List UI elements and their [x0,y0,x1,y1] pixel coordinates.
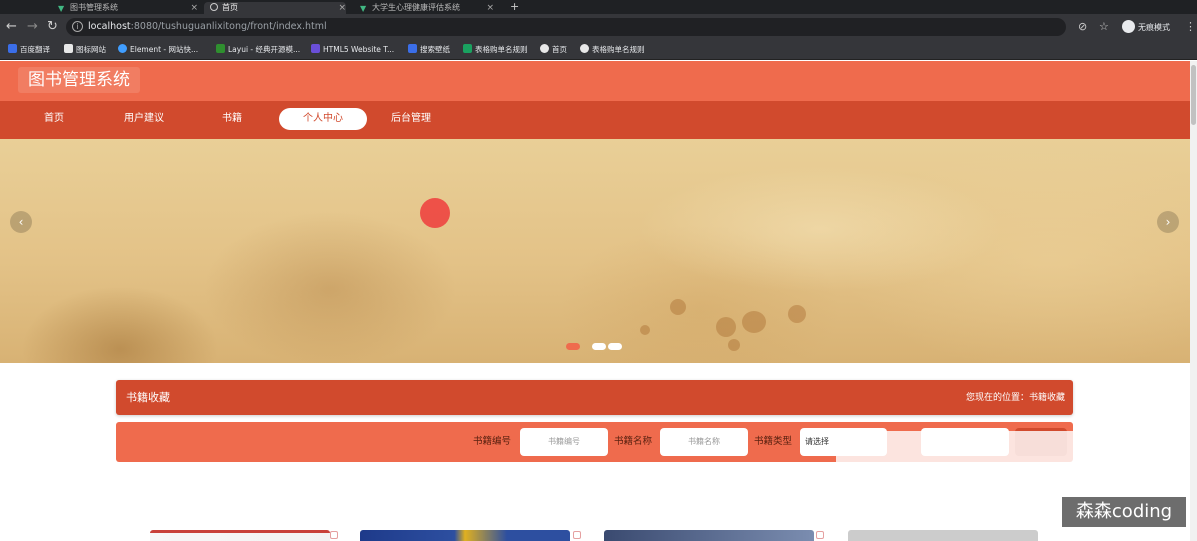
banner-carousel[interactable]: ‹ › [0,139,1190,363]
favorite-icon[interactable] [816,531,824,539]
translate-icon [8,44,17,53]
site-logo[interactable]: 图书管理系统 [18,67,140,93]
back-icon[interactable]: ← [6,19,17,35]
banner-texture [728,339,740,351]
menu-dots-icon[interactable]: ⋮ [1185,20,1196,34]
favorite-icon[interactable] [573,531,581,539]
layui-icon [216,44,225,53]
site-header: 图书管理系统 [0,61,1190,101]
main-nav: 首页 用户建议 书籍 个人中心 后台管理 [0,101,1190,139]
breadcrumb: 书籍收藏 您现在的位置：书籍收藏 [116,380,1073,415]
bookmark-item[interactable]: HTML5 Website T... [311,44,394,56]
new-tab-icon[interactable]: + [510,0,519,14]
reload-icon[interactable]: ↻ [47,19,58,35]
page-viewport: 图书管理系统 首页 用户建议 书籍 个人中心 后台管理 ‹ › 书籍收藏 您现在… [0,61,1190,541]
blur-overlay [836,431,1190,469]
carousel-prev-icon[interactable]: ‹ [10,211,32,233]
forward-icon[interactable]: → [27,19,38,35]
tab-title: 首页 [222,3,238,12]
flag-icon [64,44,73,53]
bookmarks-bar: 百度翻译 图标网站 Element - 网站快... Layui - 经典开源模… [0,40,1197,60]
bookmark-item[interactable]: 百度翻译 [8,44,50,56]
eye-off-icon[interactable]: ⊘ [1078,20,1087,34]
globe-icon [540,44,549,53]
blur-overlay [836,521,1062,541]
book-card[interactable] [604,530,814,541]
bookmark-label: Element - 网站快... [130,45,199,54]
address-toolbar: ← → ↻ i localhost:8080/tushuguanlixitong… [0,14,1197,40]
vue-icon: ▼ [360,4,367,13]
url-input[interactable]: i localhost:8080/tushuguanlixitong/front… [66,18,1066,36]
globe-icon [580,44,589,53]
wallpaper-icon [408,44,417,53]
bookmark-item[interactable]: Layui - 经典开源模... [216,44,300,56]
book-card[interactable] [360,530,570,541]
bookmark-item[interactable]: 首页 [540,44,567,56]
cursor-highlight [420,198,450,228]
book-card[interactable] [150,530,330,541]
close-icon[interactable]: × [190,2,198,14]
nav-suggestions[interactable]: 用户建议 [124,111,164,127]
info-icon[interactable]: i [72,21,83,32]
bookmark-label: 表格购单名规则 [475,45,528,54]
carousel-dot[interactable] [592,343,606,350]
incognito-icon [1122,20,1135,33]
banner-texture [788,305,806,323]
banner-texture [640,325,650,335]
bookmark-label: 搜索壁纸 [420,45,450,54]
nav-home[interactable]: 首页 [44,111,64,127]
carousel-dot[interactable] [608,343,622,350]
carousel-dot[interactable] [566,343,580,350]
book-no-input[interactable]: 书籍编号 [520,428,608,456]
browser-tab-3[interactable]: ▼ 大学生心理健康评估系统 × [360,2,494,14]
sheet-icon [463,44,472,53]
book-name-label: 书籍名称 [614,436,653,447]
page-scrollbar[interactable] [1190,61,1197,541]
tab-title: 图书管理系统 [70,3,118,12]
nav-books[interactable]: 书籍 [222,111,242,127]
book-type-label: 书籍类型 [754,436,793,447]
bookmark-label: HTML5 Website T... [323,45,395,54]
globe-icon [210,3,218,11]
bookmark-item[interactable]: 表格购单名规则 [463,44,528,56]
bookmark-item[interactable]: 表格购单名规则 [580,44,645,56]
bookmark-item[interactable]: Element - 网站快... [118,44,198,56]
vue-icon: ▼ [58,4,65,13]
url-path: :8080/tushuguanlixitong/front/index.html [130,21,327,32]
bookmark-label: 图标网站 [76,45,106,54]
bookmark-item[interactable]: 图标网站 [64,44,106,56]
html5-icon [311,44,320,53]
profile-label: 无痕模式 [1138,23,1170,32]
current-location: 您现在的位置：书籍收藏 [965,393,1065,403]
close-icon[interactable]: × [486,2,494,14]
section-title: 书籍收藏 [126,391,170,404]
banner-texture [742,311,766,333]
banner-texture [716,317,736,337]
nav-admin[interactable]: 后台管理 [391,111,431,127]
bookmark-label: 百度翻译 [20,45,50,54]
favorite-icon[interactable] [330,531,338,539]
banner-texture [670,299,686,315]
nav-personal-center[interactable]: 个人中心 [279,108,367,130]
browser-tab-1[interactable]: ▼ 图书管理系统 × [58,2,198,14]
browser-tab-2[interactable]: 首页 × [204,2,346,14]
close-icon[interactable]: × [338,2,346,14]
tab-title: 大学生心理健康评估系统 [372,3,460,12]
scrollbar-thumb[interactable] [1191,65,1196,125]
watermark: 森森coding [1062,497,1186,527]
incognito-profile[interactable]: 无痕模式 [1122,20,1170,35]
url-host: localhost [88,21,131,32]
bookmark-label: 表格购单名规则 [592,45,645,54]
book-name-input[interactable]: 书籍名称 [660,428,748,456]
carousel-next-icon[interactable]: › [1157,211,1179,233]
browser-tab-strip: ▼ 图书管理系统 × 首页 × ▼ 大学生心理健康评估系统 × + [0,0,1197,14]
bookmark-label: 首页 [552,45,567,54]
url-text: localhost:8080/tushuguanlixitong/front/i… [88,20,327,34]
bookmark-item[interactable]: 搜索壁纸 [408,44,450,56]
bookmark-label: Layui - 经典开源模... [228,45,301,54]
element-icon [118,44,127,53]
star-icon[interactable]: ☆ [1099,20,1109,34]
book-no-label: 书籍编号 [473,436,512,447]
